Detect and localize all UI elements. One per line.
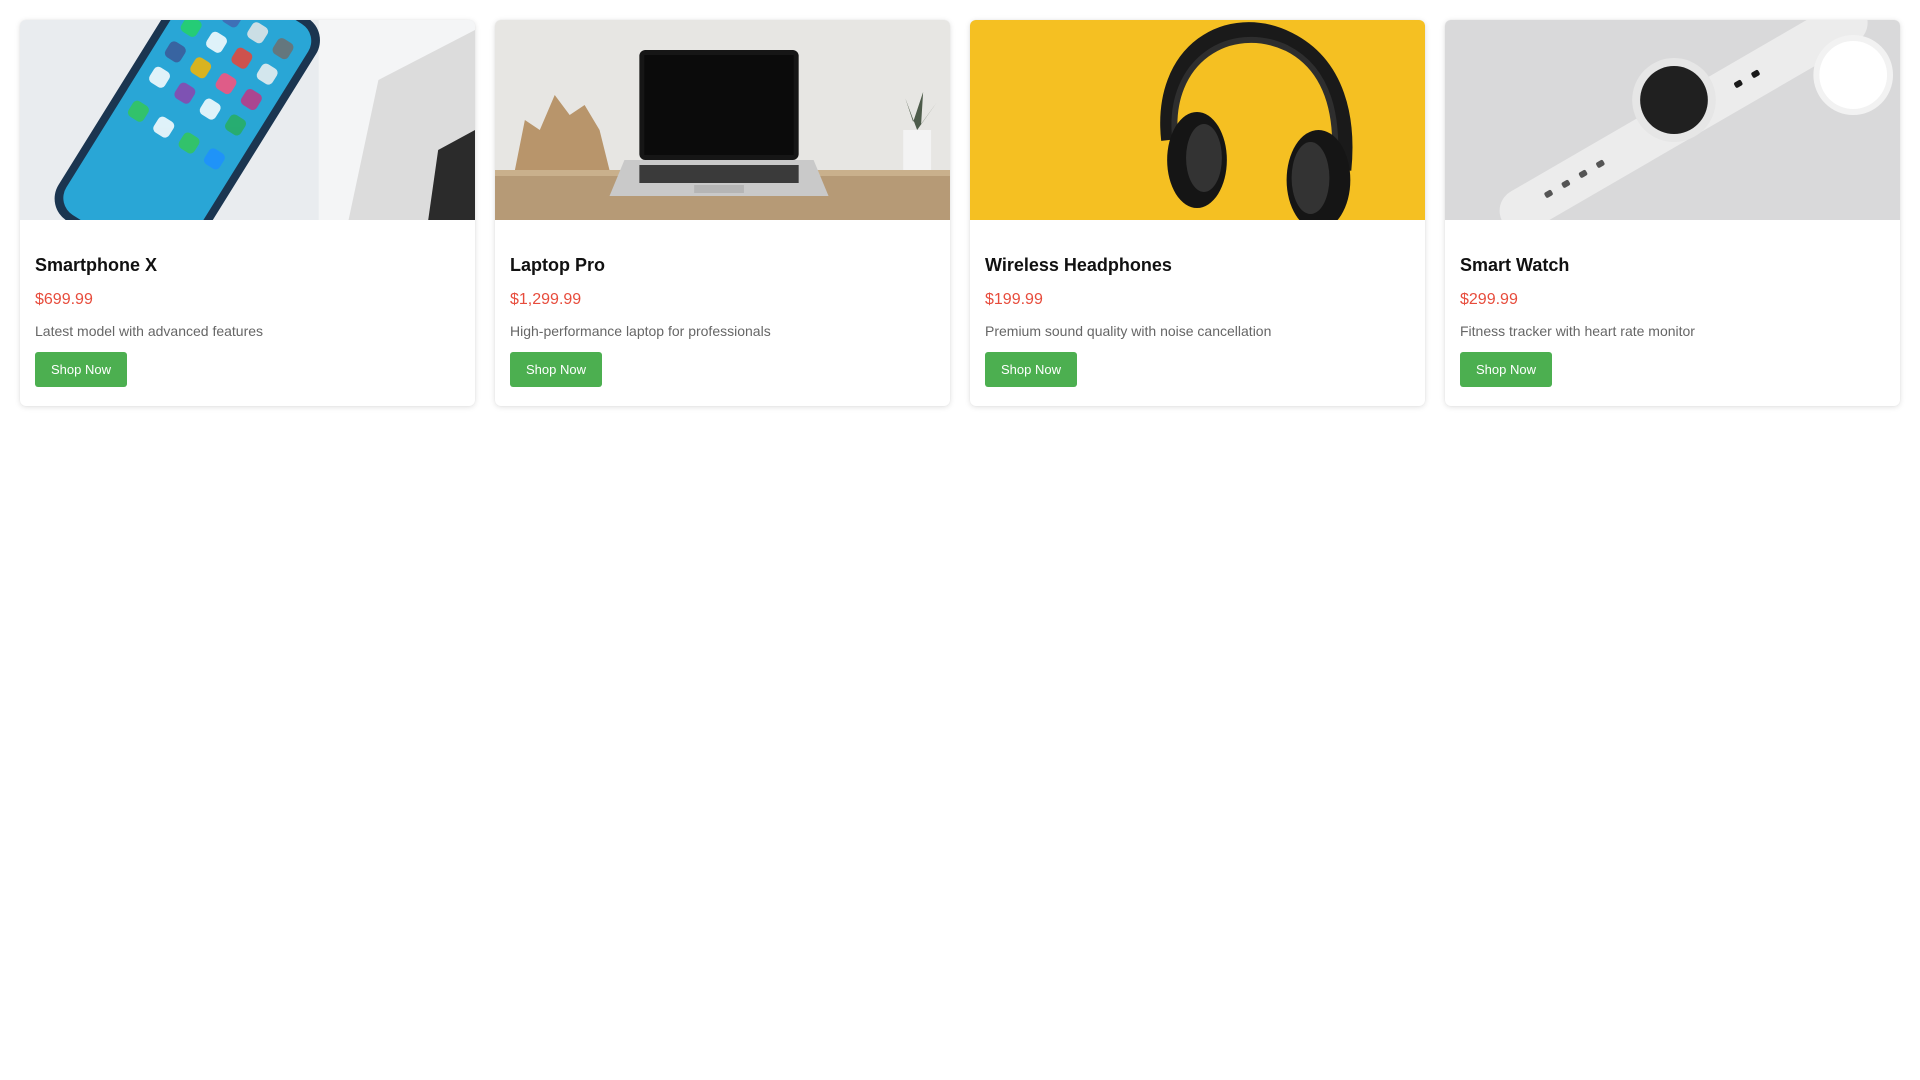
smartphone-image — [20, 20, 475, 220]
shop-now-button[interactable]: Shop Now — [35, 352, 127, 387]
product-card-smartphone: Smartphone X $699.99 Latest model with a… — [20, 20, 475, 406]
product-description: Fitness tracker with heart rate monitor — [1460, 323, 1695, 339]
product-price: $199.99 — [985, 291, 1043, 308]
product-description: High-performance laptop for professional… — [510, 323, 771, 339]
product-price: $1,299.99 — [510, 291, 582, 308]
card-body: Wireless Headphones $199.99 Premium soun… — [970, 220, 1425, 387]
card-body: Smart Watch $299.99 Fitness tracker with… — [1445, 220, 1900, 387]
product-price: $299.99 — [1460, 291, 1518, 308]
product-card-headphones: Wireless Headphones $199.99 Premium soun… — [970, 20, 1425, 406]
product-grid: Smartphone X $699.99 Latest model with a… — [20, 20, 1900, 406]
product-card-smartwatch: Smart Watch $299.99 Fitness tracker with… — [1445, 20, 1900, 406]
card-body: Laptop Pro $1,299.99 High-performance la… — [495, 220, 950, 387]
product-name: Smart Watch — [1460, 255, 1570, 275]
shop-now-button[interactable]: Shop Now — [1460, 352, 1552, 387]
shop-now-button[interactable]: Shop Now — [985, 352, 1077, 387]
product-name: Laptop Pro — [510, 255, 605, 275]
headphones-image — [970, 20, 1425, 220]
product-name: Wireless Headphones — [985, 255, 1172, 275]
product-description: Latest model with advanced features — [35, 323, 264, 339]
product-description: Premium sound quality with noise cancell… — [985, 323, 1272, 339]
product-card-laptop: Laptop Pro $1,299.99 High-performance la… — [495, 20, 950, 406]
card-body: Smartphone X $699.99 Latest model with a… — [20, 220, 475, 387]
product-name: Smartphone X — [35, 255, 158, 275]
laptop-image — [495, 20, 950, 220]
smartwatch-image — [1445, 20, 1900, 220]
product-price: $699.99 — [35, 291, 93, 308]
shop-now-button[interactable]: Shop Now — [510, 352, 602, 387]
